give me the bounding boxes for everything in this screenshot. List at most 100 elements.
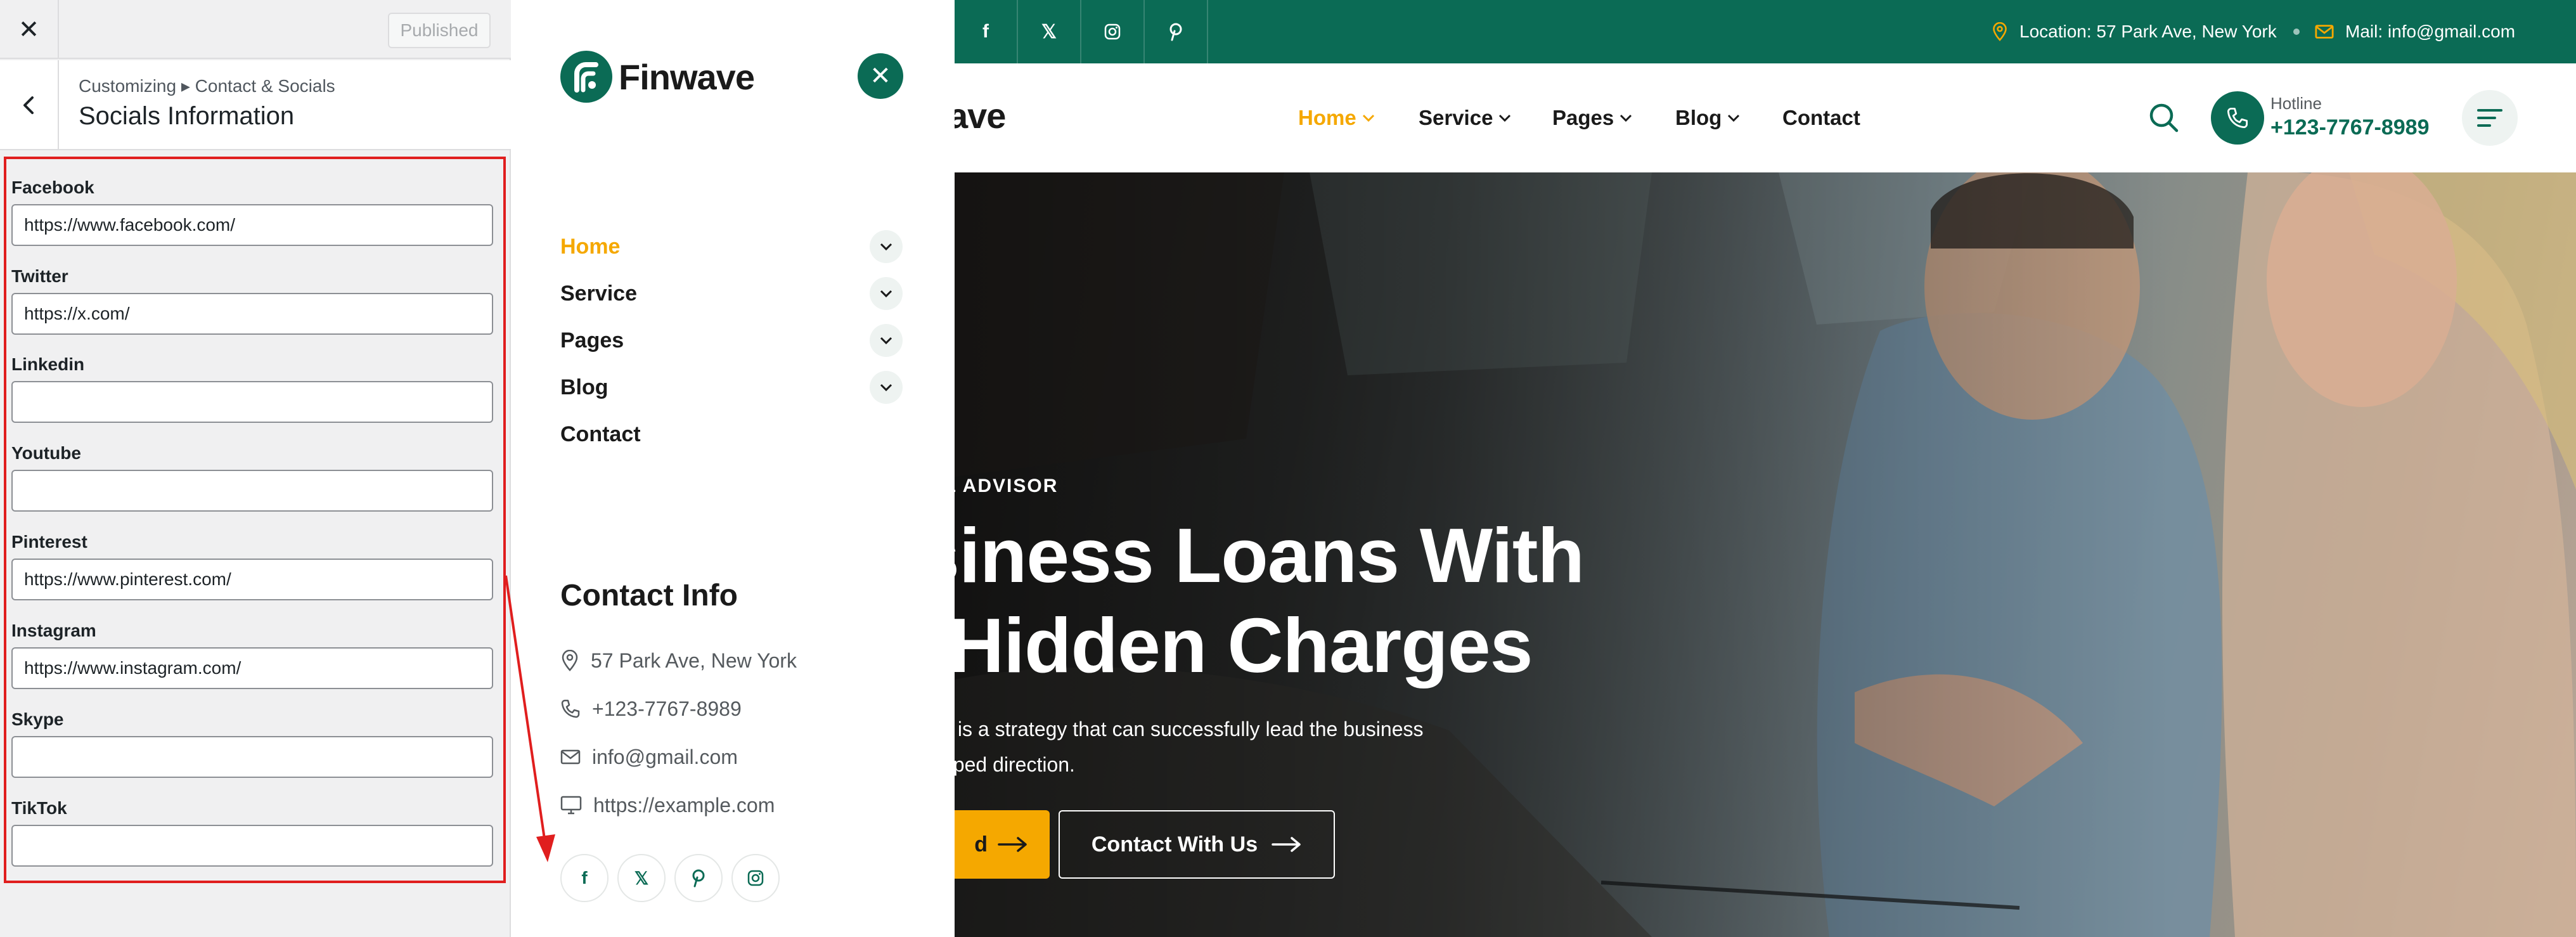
website-text: https://example.com xyxy=(593,793,775,817)
finwave-logo-icon xyxy=(560,51,612,103)
button-label: Contact With Us xyxy=(1091,832,1258,856)
nav-label: Pages xyxy=(560,328,624,352)
hero-banner: AL ADVISOR siness Loans With Hidden Char… xyxy=(955,172,2576,937)
hero-primary-button[interactable]: d xyxy=(955,810,1050,879)
hero-description-line-2: oped direction. xyxy=(955,753,1075,776)
mail-text: Mail: info@gmail.com xyxy=(2345,22,2516,41)
location-text: Location: 57 Park Ave, New York xyxy=(2019,22,2277,41)
nav-label: Home xyxy=(560,234,621,259)
pinterest-icon[interactable] xyxy=(674,854,723,902)
nav-home[interactable]: Home xyxy=(1298,104,1375,132)
contact-email[interactable]: info@gmail.com xyxy=(560,743,738,771)
youtube-field: Youtube xyxy=(11,441,493,512)
topbar: f 𝕏 Location: 57 Park Ave, New York Mail… xyxy=(955,0,2576,63)
field-label: Youtube xyxy=(11,443,81,463)
tiktok-field: TikTok xyxy=(11,796,493,867)
contact-website[interactable]: https://example.com xyxy=(560,791,775,819)
section-title: Socials Information xyxy=(79,102,295,130)
button-label: d xyxy=(974,832,988,856)
x-icon[interactable]: 𝕏 xyxy=(617,854,666,902)
chevron-down-icon xyxy=(1620,114,1632,122)
nav-label: Contact xyxy=(1782,106,1860,129)
customizer-section-header: Customizing ▸ Contact & Socials Socials … xyxy=(0,60,511,150)
phone-text: +123-7767-8989 xyxy=(592,697,742,720)
chevron-down-icon xyxy=(1362,114,1374,122)
arrow-right-icon xyxy=(1272,837,1301,852)
customizer-header-bar: ✕ Published xyxy=(0,0,511,59)
close-icon[interactable]: ✕ xyxy=(0,0,59,59)
instagram-icon[interactable] xyxy=(1081,0,1145,63)
site-header: ave Home Service Pages Blog Contact Hotl… xyxy=(955,63,2576,172)
nav-label: Service xyxy=(560,281,637,306)
mail-icon xyxy=(2315,25,2334,39)
instagram-input[interactable] xyxy=(11,647,493,689)
x-icon[interactable]: 𝕏 xyxy=(1018,0,1081,63)
chevron-down-icon xyxy=(1728,114,1740,122)
customizer-panel: ✕ Published Customizing ▸ Contact & Soci… xyxy=(0,0,511,937)
contact-with-us-button[interactable]: Contact With Us xyxy=(1059,810,1335,879)
phone-icon[interactable] xyxy=(2211,91,2264,145)
field-label: Facebook xyxy=(11,178,94,197)
offcanvas-menu: Finwave ✕ Home Service Pages Blog Contac… xyxy=(512,0,955,937)
field-label: TikTok xyxy=(11,798,67,818)
field-label: Pinterest xyxy=(11,532,87,552)
nav-label: Pages xyxy=(1552,106,1614,129)
topbar-mail[interactable]: Mail: info@gmail.com xyxy=(2315,0,2515,63)
nav-pages[interactable]: Pages xyxy=(1552,104,1633,132)
chevron-down-icon[interactable] xyxy=(870,277,903,310)
location-icon xyxy=(1993,22,2007,41)
nav-blog[interactable]: Blog xyxy=(1675,104,1741,132)
logo-text: Finwave xyxy=(619,56,755,97)
nav-label: Service xyxy=(1419,106,1493,129)
contact-address: 57 Park Ave, New York xyxy=(560,647,797,675)
topbar-location: Location: 57 Park Ave, New York xyxy=(1992,0,2277,63)
search-icon[interactable] xyxy=(2148,101,2180,134)
nav-label: Contact xyxy=(560,422,641,446)
offcanvas-nav-pages[interactable]: Pages xyxy=(560,324,903,357)
close-menu-icon[interactable]: ✕ xyxy=(858,53,903,99)
instagram-icon[interactable] xyxy=(731,854,780,902)
annotation-arrow xyxy=(505,575,555,862)
skype-input[interactable] xyxy=(11,736,493,778)
nav-service[interactable]: Service xyxy=(1419,104,1512,132)
arrow-right-icon xyxy=(998,837,1027,852)
field-label: Linkedin xyxy=(11,354,85,374)
linkedin-field: Linkedin xyxy=(11,352,493,423)
field-label: Skype xyxy=(11,709,64,729)
separator-dot xyxy=(2293,29,2300,35)
contact-phone[interactable]: +123-7767-8989 xyxy=(560,695,742,723)
published-button[interactable]: Published xyxy=(388,13,491,48)
hero-title-line-1: siness Loans With xyxy=(955,512,1585,598)
chevron-down-icon[interactable] xyxy=(870,230,903,263)
hero-description-line-1: y is a strategy that can successfully le… xyxy=(955,718,1424,740)
back-icon[interactable] xyxy=(0,60,59,150)
facebook-input[interactable] xyxy=(11,204,493,246)
chevron-down-icon[interactable] xyxy=(870,324,903,357)
skype-field: Skype xyxy=(11,707,493,778)
logo[interactable]: Finwave xyxy=(560,51,755,103)
chevron-down-icon[interactable] xyxy=(870,371,903,404)
twitter-input[interactable] xyxy=(11,293,493,335)
email-text: info@gmail.com xyxy=(592,745,738,768)
field-label: Twitter xyxy=(11,266,68,286)
offcanvas-nav-contact[interactable]: Contact xyxy=(560,419,903,449)
facebook-icon[interactable]: f xyxy=(955,0,1018,63)
tiktok-input[interactable] xyxy=(11,825,493,867)
pinterest-field: Pinterest xyxy=(11,529,493,600)
hamburger-menu-icon[interactable] xyxy=(2462,90,2518,146)
offcanvas-nav-service[interactable]: Service xyxy=(560,277,903,310)
linkedin-input[interactable] xyxy=(11,381,493,423)
instagram-field: Instagram xyxy=(11,618,493,689)
offcanvas-nav-home[interactable]: Home xyxy=(560,230,903,263)
hero-subtitle: AL ADVISOR xyxy=(955,475,1059,496)
site-logo-text[interactable]: ave xyxy=(955,95,1006,136)
address-text: 57 Park Ave, New York xyxy=(591,649,797,672)
pinterest-icon[interactable] xyxy=(1145,0,1208,63)
youtube-input[interactable] xyxy=(11,470,493,512)
pinterest-input[interactable] xyxy=(11,559,493,600)
offcanvas-nav-blog[interactable]: Blog xyxy=(560,371,903,404)
hotline-label: Hotline xyxy=(2270,94,2322,113)
chevron-down-icon xyxy=(1499,114,1511,122)
hotline-number[interactable]: +123-7767-8989 xyxy=(2270,115,2430,140)
nav-contact[interactable]: Contact xyxy=(1782,104,1860,132)
